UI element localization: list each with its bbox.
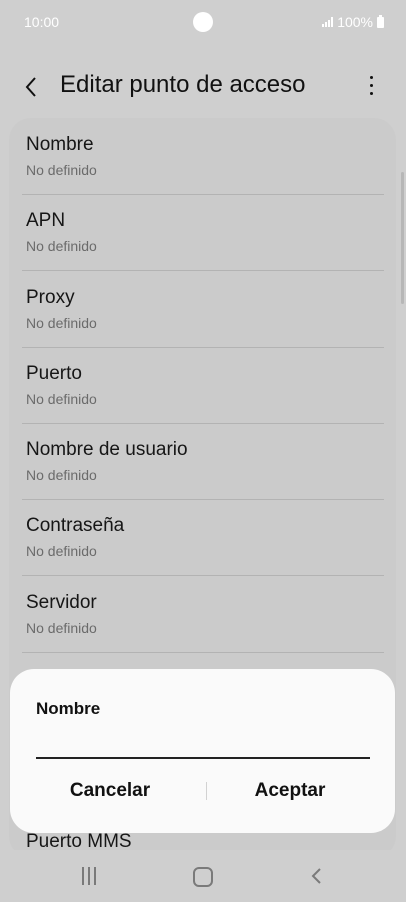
name-dialog: Nombre Cancelar Aceptar [10,669,395,833]
battery-icon [377,14,384,28]
item-value: No definido [26,391,97,407]
recent-apps-icon[interactable] [80,867,98,885]
list-item-nombre-de-usuario[interactable]: Nombre de usuario No definido [9,423,396,499]
item-label: APN [26,210,66,231]
app-bar: Editar punto de acceso [0,58,406,114]
item-value: No definido [26,162,97,178]
item-label: Contraseña [26,515,125,536]
scrollbar[interactable] [401,172,404,304]
more-options-button[interactable] [356,66,386,106]
list-item-proxy[interactable]: Proxy No definido [9,271,396,347]
status-time: 10:00 [24,14,60,30]
item-label: Proxy [26,287,75,308]
back-button[interactable] [16,66,52,106]
cancel-button[interactable]: Cancelar [20,767,200,815]
list-item-puerto[interactable]: Puerto No definido [9,347,396,423]
item-label: Nombre de usuario [26,439,188,460]
home-icon[interactable] [193,867,213,887]
item-value: No definido [26,620,97,636]
name-input[interactable] [36,729,370,759]
item-value: No definido [26,467,97,483]
camera-cutout [193,12,213,32]
item-label: Nombre [26,134,94,155]
item-value: No definido [26,315,97,331]
status-bar: 10:00 100% [0,0,406,44]
battery-level: 100% [337,14,373,30]
item-value: No definido [26,238,97,254]
input-underline [36,757,370,759]
dialog-title: Nombre [36,699,101,718]
list-item-nombre[interactable]: Nombre No definido [9,118,396,194]
list-item-apn[interactable]: APN No definido [9,194,396,270]
item-value: No definido [26,543,97,559]
divider [22,652,384,653]
list-item-servidor[interactable]: Servidor No definido [9,576,396,652]
page-title: Editar punto de acceso [60,71,306,98]
item-label: Puerto [26,363,82,384]
accept-button[interactable]: Aceptar [200,767,380,815]
chevron-left-icon[interactable] [308,867,326,885]
arrow-left-icon [25,77,36,97]
navigation-bar [0,850,406,902]
status-indicators: 100% [322,14,384,30]
signal-icon [322,17,334,27]
item-label: Servidor [26,592,97,613]
list-item-contrasena[interactable]: Contraseña No definido [9,499,396,575]
